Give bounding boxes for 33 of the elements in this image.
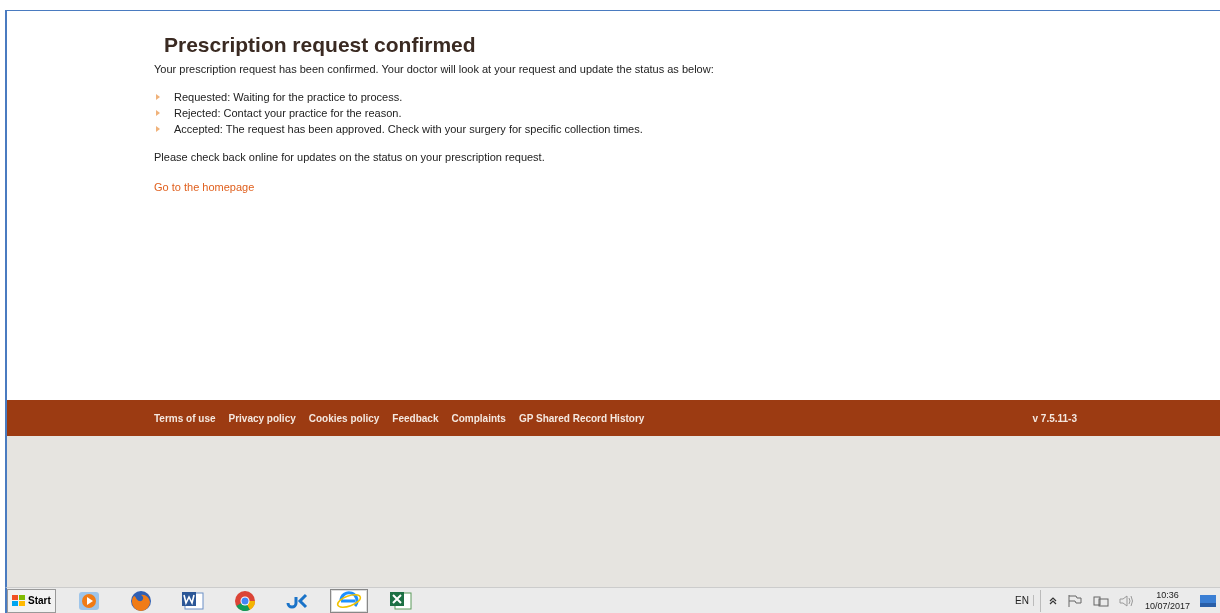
bullet-icon xyxy=(156,110,160,116)
status-description: Requested: Waiting for the practice to process. xyxy=(174,91,403,103)
footer-link[interactable]: Feedback xyxy=(392,412,439,424)
note-text: Please check back online for updates on the status on your prescription request. xyxy=(154,151,546,163)
footer-link[interactable]: Complaints xyxy=(451,412,506,424)
show-desktop-icon[interactable] xyxy=(1200,594,1216,607)
page-title: Prescription request confirmed xyxy=(164,33,477,57)
bullet-icon xyxy=(156,94,160,100)
windows-logo-icon xyxy=(12,595,26,606)
chrome-icon xyxy=(233,589,256,612)
homepage-link[interactable]: Go to the homepage xyxy=(154,181,255,193)
footer-link[interactable]: GP Shared Record History xyxy=(518,412,645,424)
clock-date[interactable]: 10/07/2017 xyxy=(1144,600,1190,612)
footer-link[interactable]: Privacy policy xyxy=(228,412,296,424)
chevron-up-icon[interactable] xyxy=(1048,596,1057,605)
language-indicator[interactable]: EN xyxy=(1015,595,1034,606)
status-description: Rejected: Contact your practice for the reason. xyxy=(174,107,402,119)
network-icon[interactable] xyxy=(1092,593,1109,608)
flag-icon[interactable] xyxy=(1066,593,1083,608)
footer-link[interactable]: Terms of use xyxy=(154,412,216,424)
start-button[interactable]: Start xyxy=(7,588,56,613)
version-label: v 7.5.11-3 xyxy=(1032,412,1077,424)
status-description: Accepted: The request has been approved. Check with your surgery for specific collection times. xyxy=(174,123,643,135)
play-icon xyxy=(77,590,100,611)
taskbar-app-button[interactable] xyxy=(329,588,368,613)
document-w-icon xyxy=(180,590,205,611)
spreadsheet-x-icon xyxy=(388,590,413,611)
intro-text: Your prescription request has been confirmed. Your doctor will look at your request and update the status as below: xyxy=(154,63,715,75)
bullet-icon xyxy=(156,126,160,132)
speaker-icon[interactable] xyxy=(1118,593,1135,608)
footer-link[interactable]: Cookies policy xyxy=(308,412,380,424)
globe-fox-icon xyxy=(129,589,152,612)
clock-time[interactable]: 10:36 xyxy=(1156,589,1179,601)
